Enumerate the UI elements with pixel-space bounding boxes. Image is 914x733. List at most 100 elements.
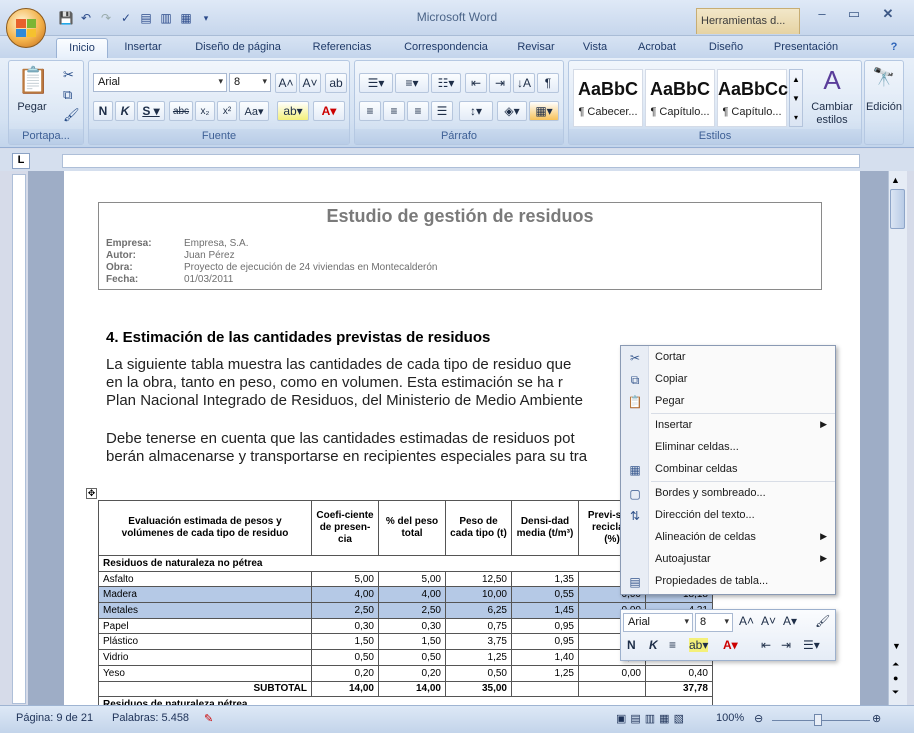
increase-indent-icon[interactable]: ⇥: [489, 73, 511, 93]
menu-item-combinar-celdas[interactable]: ▦ Combinar celdas: [621, 459, 835, 481]
highlight-icon[interactable]: ab▾: [277, 101, 309, 121]
zoom-in-icon[interactable]: ⊕: [872, 712, 881, 725]
font-color-icon[interactable]: A▾: [313, 101, 345, 121]
row-name[interactable]: Vidrio: [98, 649, 312, 666]
menu-item-eliminar-celdas[interactable]: Eliminar celdas...: [621, 437, 835, 459]
font-name-combo[interactable]: Arial: [93, 73, 227, 92]
table-cell[interactable]: 4,00: [378, 586, 446, 604]
clear-format-icon[interactable]: ab: [325, 73, 347, 93]
format-painter-icon[interactable]: 🖌: [63, 107, 80, 123]
table-cell[interactable]: 1,50: [378, 633, 446, 651]
menu-item-cortar[interactable]: ✂ Cortar: [621, 347, 835, 369]
table-move-handle-icon[interactable]: ✥: [86, 488, 97, 499]
shading-icon[interactable]: ◈▾: [497, 101, 527, 121]
browse-object-icon[interactable]: ●: [893, 673, 898, 683]
table-header[interactable]: Peso de cada tipo (t): [445, 500, 512, 556]
center-icon[interactable]: ≡: [669, 638, 676, 652]
cut-icon[interactable]: ✂: [63, 67, 74, 83]
style-cabecera[interactable]: AaBbC ¶ Cabecer...: [573, 69, 643, 127]
table-cell[interactable]: 0,75: [445, 617, 512, 635]
restore-button[interactable]: ▭: [838, 6, 870, 24]
scroll-thumb[interactable]: [890, 189, 905, 229]
multilevel-icon[interactable]: ☷▾: [431, 73, 461, 93]
table-cell[interactable]: 0,00: [578, 664, 646, 682]
paste-icon[interactable]: 📋: [17, 65, 49, 96]
vertical-scrollbar[interactable]: ▲ ▼ ⏶ ● ⏷: [888, 171, 907, 705]
table-header[interactable]: Evaluación estimada de pesos y volúmenes…: [98, 500, 312, 556]
subtotal-label[interactable]: SUBTOTAL: [98, 680, 312, 698]
style-capitulo-2[interactable]: AaBbCc ¶ Capítulo...: [717, 69, 788, 127]
table-cell[interactable]: [578, 680, 646, 698]
bold-icon[interactable]: N: [627, 638, 636, 652]
style-capitulo-1[interactable]: AaBbC ¶ Capítulo...: [645, 69, 715, 127]
table-cell[interactable]: 0,50: [311, 649, 379, 666]
underline-icon[interactable]: S ▾: [137, 101, 165, 121]
row-name[interactable]: Yeso: [98, 664, 312, 682]
change-styles-label[interactable]: Cambiar estilos: [807, 101, 857, 127]
menu-item-bordes[interactable]: ▢ Bordes y sombreado...: [621, 483, 835, 505]
table-cell[interactable]: 2,50: [311, 602, 379, 619]
row-name[interactable]: Asfalto: [98, 570, 312, 588]
zoom-thumb[interactable]: [814, 714, 822, 726]
tab-revisar[interactable]: Revisar: [510, 38, 562, 58]
proofing-icon[interactable]: ✎: [204, 712, 213, 725]
tab-insertar[interactable]: Insertar: [114, 38, 172, 58]
table-cell[interactable]: 0,20: [378, 664, 446, 682]
row-name[interactable]: Madera: [98, 586, 312, 604]
page-count[interactable]: Página: 9 de 21: [16, 712, 93, 724]
context-tab-label[interactable]: Herramientas d...: [696, 8, 800, 34]
show-marks-icon[interactable]: ¶: [537, 73, 559, 93]
format-painter-icon[interactable]: 🖌: [815, 614, 830, 628]
table-cell[interactable]: 0,20: [311, 664, 379, 682]
numbering-icon[interactable]: ≡▾: [395, 73, 429, 93]
menu-item-insertar[interactable]: Insertar ▶: [621, 415, 835, 437]
copy-icon[interactable]: ⧉: [63, 87, 72, 103]
next-page-icon[interactable]: ⏷: [892, 687, 899, 698]
tab-correspondencia[interactable]: Correspondencia: [392, 38, 500, 58]
table-cell[interactable]: 1,40: [511, 649, 579, 666]
table-cell[interactable]: 0,50: [378, 649, 446, 666]
table-cell[interactable]: 3,75: [445, 633, 512, 651]
table-cell[interactable]: 4,00: [311, 586, 379, 604]
change-case-icon[interactable]: Aa▾: [239, 101, 269, 121]
strikethrough-icon[interactable]: abc: [169, 101, 193, 121]
scroll-down-icon[interactable]: ▼: [892, 641, 901, 651]
tab-acrobat[interactable]: Acrobat: [628, 38, 686, 58]
justify-icon[interactable]: ☰: [431, 101, 453, 121]
zoom-level[interactable]: 100%: [716, 712, 744, 724]
table-cell[interactable]: 14,00: [311, 680, 379, 698]
close-button[interactable]: ✕: [872, 6, 904, 24]
italic-icon[interactable]: K: [649, 638, 658, 652]
binoculars-icon[interactable]: 🔭: [871, 67, 897, 88]
tab-vista[interactable]: Vista: [574, 38, 616, 58]
tab-selector-icon[interactable]: L: [12, 153, 30, 169]
menu-item-propiedades[interactable]: ▤ Propiedades de tabla...: [621, 571, 835, 593]
shrink-font-icon[interactable]: A˅: [299, 73, 321, 93]
table-cell[interactable]: [511, 680, 579, 698]
table-cell[interactable]: 1,25: [511, 664, 579, 682]
shrink-font-icon[interactable]: A˅: [761, 614, 776, 628]
table-cell[interactable]: 5,00: [378, 570, 446, 588]
table-cell[interactable]: 10,00: [445, 586, 512, 604]
highlight-icon[interactable]: ab▾: [689, 638, 709, 652]
help-icon[interactable]: ?: [884, 38, 904, 58]
font-color-icon[interactable]: A▾: [723, 638, 738, 652]
tab-diseno-pagina[interactable]: Diseño de página: [184, 38, 292, 58]
borders-icon[interactable]: ▦▾: [529, 101, 559, 121]
font-size-combo[interactable]: 8: [229, 73, 271, 92]
table-cell[interactable]: 12,50: [445, 570, 512, 588]
mini-font-size[interactable]: 8: [695, 613, 733, 632]
table-cell[interactable]: 0,95: [511, 633, 579, 651]
table-cell[interactable]: 2,50: [378, 602, 446, 619]
table-cell[interactable]: 0,30: [378, 617, 446, 635]
menu-item-pegar[interactable]: 📋 Pegar: [621, 391, 835, 413]
sort-icon[interactable]: ↓A: [513, 73, 535, 93]
menu-item-alineacion[interactable]: Alineación de celdas ▶: [621, 527, 835, 549]
align-left-icon[interactable]: ≡: [359, 101, 381, 121]
table-cell[interactable]: 1,50: [311, 633, 379, 651]
bold-icon[interactable]: N: [93, 101, 113, 121]
table-cell[interactable]: 1,25: [445, 649, 512, 666]
table-cell[interactable]: 0,55: [511, 586, 579, 604]
office-button[interactable]: [6, 8, 46, 48]
minimize-button[interactable]: –: [806, 6, 838, 24]
